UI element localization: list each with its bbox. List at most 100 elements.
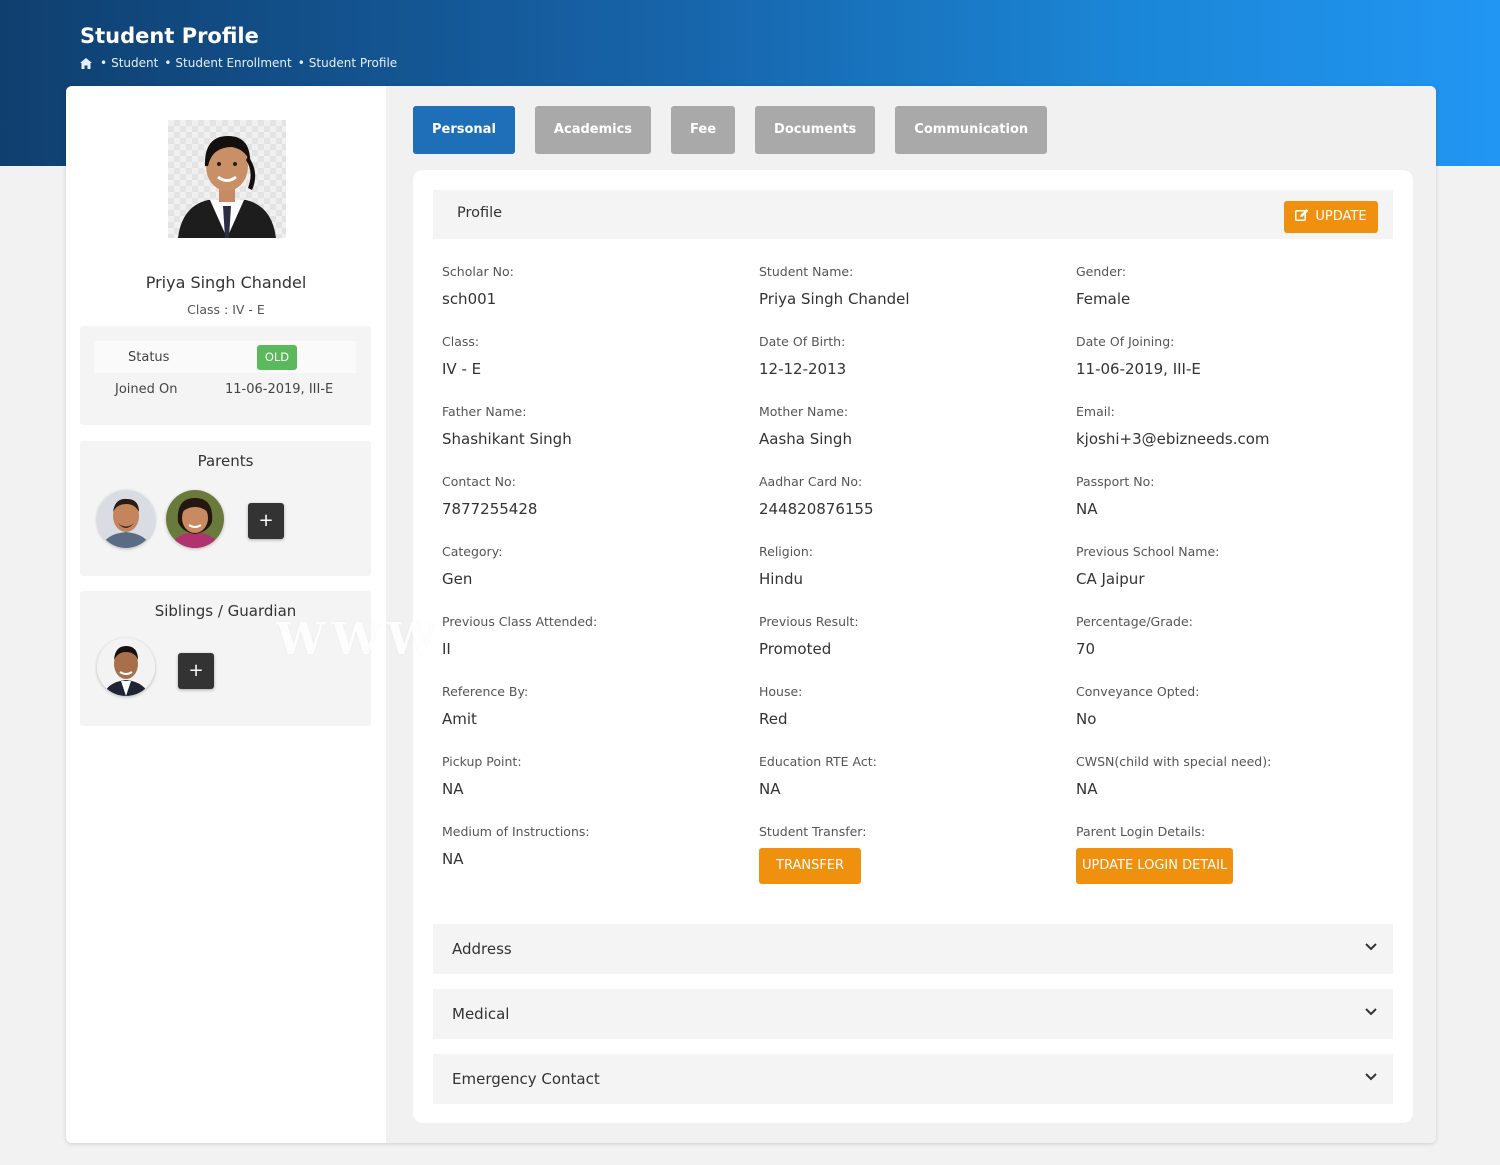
field-value: Red: [759, 710, 788, 728]
joined-on-label: Joined On: [115, 382, 178, 397]
field-father-name: Father Name: Shashikant Singh: [442, 404, 752, 448]
update-login-detail-button[interactable]: UPDATE LOGIN DETAIL: [1076, 848, 1234, 884]
section-address[interactable]: Address: [433, 924, 1393, 974]
field-value: Promoted: [759, 640, 832, 658]
field-previous-class-attended: Previous Class Attended: II: [442, 614, 752, 658]
field-education-rte-act: Education RTE Act: NA: [759, 754, 1069, 798]
field-label: Contact No:: [442, 474, 516, 489]
field-date-of-birth: Date Of Birth: 12-12-2013: [759, 334, 1069, 378]
field-value: No: [1076, 710, 1097, 728]
field-label: Passport No:: [1076, 474, 1155, 489]
field-passport-no: Passport No: NA: [1076, 474, 1386, 518]
field-label: Religion:: [759, 544, 813, 559]
field-previous-result: Previous Result: Promoted: [759, 614, 1069, 658]
field-value: NA: [759, 780, 781, 798]
field-label: Previous School Name:: [1076, 544, 1220, 559]
profile-panel: Profile UPDATE Scholar No: sch001 Student…: [413, 170, 1413, 1123]
tab-personal[interactable]: Personal: [413, 106, 515, 154]
field-label: Medium of Instructions:: [442, 824, 590, 839]
field-label: Class:: [442, 334, 480, 349]
tab-fee[interactable]: Fee: [671, 106, 736, 154]
field-date-of-joining: Date Of Joining: 11-06-2019, III-E: [1076, 334, 1386, 378]
mother-avatar[interactable]: [166, 490, 224, 548]
field-label: Category:: [442, 544, 503, 559]
field-value: Aasha Singh: [759, 430, 852, 448]
section-title: Address: [452, 940, 512, 958]
student-class: Class : IV - E: [187, 302, 265, 317]
status-label: Status: [128, 350, 170, 365]
field-percentage-grade: Percentage/Grade: 70: [1076, 614, 1386, 658]
field-label: Previous Class Attended:: [442, 614, 598, 629]
tab-bar: Personal Academics Fee Documents Communi…: [413, 106, 1048, 154]
student-photo-image: [178, 136, 276, 238]
profile-title: Profile: [457, 205, 503, 221]
breadcrumb-student-profile: Student Profile: [296, 56, 397, 70]
tab-communication[interactable]: Communication: [895, 106, 1048, 154]
sibling-avatar[interactable]: [97, 638, 155, 696]
parents-title: Parents: [197, 452, 254, 470]
breadcrumb: Student Student Enrollment Student Profi…: [80, 56, 397, 70]
main-content: Personal Academics Fee Documents Communi…: [386, 86, 1436, 1143]
field-label: Conveyance Opted:: [1076, 684, 1200, 699]
status-badge: OLD: [257, 345, 297, 370]
field-label: Student Name:: [759, 264, 854, 279]
field-label: Pickup Point:: [442, 754, 522, 769]
field-value: NA: [1076, 500, 1098, 518]
field-class: Class: IV - E: [442, 334, 752, 378]
parents-box: Parents +: [80, 441, 371, 576]
field-value: 244820876155: [759, 500, 874, 518]
field-label: House:: [759, 684, 803, 699]
field-parent-login-details: Parent Login Details: UPDATE LOGIN DETAIL: [1076, 824, 1386, 884]
field-value: Female: [1076, 290, 1131, 308]
father-avatar[interactable]: [97, 490, 155, 548]
field-value: kjoshi+3@ebizneeds.com: [1076, 430, 1270, 448]
field-label: Reference By:: [442, 684, 529, 699]
student-name: Priya Singh Chandel: [145, 273, 307, 292]
tab-documents[interactable]: Documents: [755, 106, 876, 154]
field-label: Education RTE Act:: [759, 754, 877, 769]
profile-header: Profile UPDATE: [433, 190, 1393, 239]
field-category: Category: Gen: [442, 544, 752, 588]
field-label: Percentage/Grade:: [1076, 614, 1193, 629]
field-value: 70: [1076, 640, 1096, 658]
student-photo: [168, 120, 286, 238]
field-value: 12-12-2013: [759, 360, 847, 378]
add-parent-button[interactable]: +: [248, 503, 284, 539]
field-label: Previous Result:: [759, 614, 859, 629]
field-aadhar-card-no: Aadhar Card No: 244820876155: [759, 474, 1069, 518]
section-medical[interactable]: Medical: [433, 989, 1393, 1039]
field-email: Email: kjoshi+3@ebizneeds.com: [1076, 404, 1386, 448]
field-label: Student Transfer:: [759, 824, 867, 839]
home-icon[interactable]: [80, 57, 92, 69]
field-gender: Gender: Female: [1076, 264, 1386, 308]
update-button-label: UPDATE: [1315, 209, 1367, 224]
field-label: CWSN(child with special need):: [1076, 754, 1272, 769]
field-value: NA: [442, 850, 464, 868]
watermark: WWW: [276, 614, 443, 665]
breadcrumb-student-enrollment[interactable]: Student Enrollment: [162, 56, 291, 70]
update-button[interactable]: UPDATE: [1284, 201, 1378, 233]
field-label: Scholar No:: [442, 264, 514, 279]
field-value: 11-06-2019, III-E: [1076, 360, 1201, 378]
field-label: Parent Login Details:: [1076, 824, 1206, 839]
field-value: Amit: [442, 710, 477, 728]
status-box: Status OLD Joined On 11-06-2019, III-E: [80, 326, 371, 425]
field-contact-no: Contact No: 7877255428: [442, 474, 752, 518]
field-label: Gender:: [1076, 264, 1127, 279]
field-value: Hindu: [759, 570, 803, 588]
field-religion: Religion: Hindu: [759, 544, 1069, 588]
section-title: Medical: [452, 1005, 510, 1023]
field-house: House: Red: [759, 684, 1069, 728]
transfer-button[interactable]: TRANSFER: [759, 848, 862, 884]
field-label: Father Name:: [442, 404, 527, 419]
chevron-down-icon: [1365, 1008, 1377, 1016]
edit-icon: [1295, 209, 1309, 221]
field-conveyance-opted: Conveyance Opted: No: [1076, 684, 1386, 728]
field-label: Date Of Joining:: [1076, 334, 1175, 349]
page-title: Student Profile: [80, 24, 259, 48]
field-cwsn: CWSN(child with special need): NA: [1076, 754, 1386, 798]
tab-academics[interactable]: Academics: [534, 106, 652, 154]
breadcrumb-student[interactable]: Student: [98, 56, 158, 70]
section-emergency-contact[interactable]: Emergency Contact: [433, 1054, 1393, 1104]
add-sibling-button[interactable]: +: [178, 653, 214, 689]
